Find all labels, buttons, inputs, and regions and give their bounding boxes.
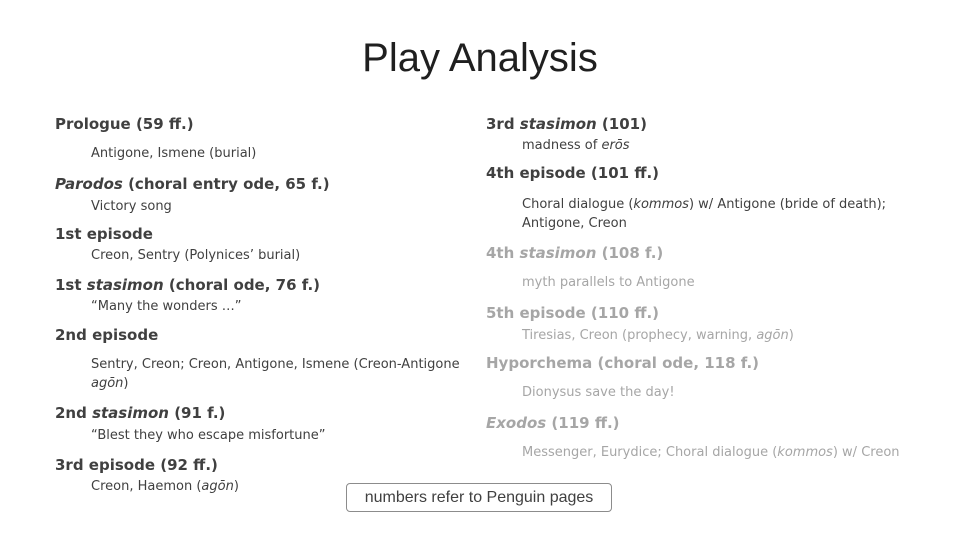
heading-italic: stasimon: [86, 276, 164, 294]
detail-text: myth parallels to Antigone: [522, 275, 695, 290]
section-heading-3rd-episode: 3rd episode (92 ff.): [55, 456, 218, 474]
section-heading-1st-episode: 1st episode: [55, 225, 153, 243]
heading-italic: Parodos: [55, 175, 123, 193]
section-heading-3rd-stasimon: 3rd stasimon (101): [486, 115, 647, 133]
section-detail-3rd-stasimon: madness of erōs: [522, 138, 630, 153]
heading-text-post: (91 f.): [168, 404, 226, 422]
detail-text: Dionysus save the day!: [522, 385, 675, 400]
heading-text-post: (choral entry ode, 65 f.): [122, 175, 330, 193]
section-detail-1st-episode: Creon, Sentry (Polynices’ burial): [91, 248, 300, 263]
slide-title: Play Analysis: [362, 36, 598, 80]
section-detail-2nd-stasimon: “Blest they who escape misfortune”: [91, 428, 325, 443]
detail-italic: agōn: [91, 376, 124, 391]
detail-text: Victory song: [91, 199, 172, 214]
heading-italic: stasimon: [519, 244, 597, 262]
section-heading-hyporchema: Hyporchema (choral ode, 118 f.): [486, 354, 759, 372]
detail-italic: agōn: [201, 479, 234, 494]
detail-text: Messenger, Eurydice; Choral dialogue (: [522, 445, 778, 460]
section-heading-2nd-stasimon: 2nd stasimon (91 f.): [55, 404, 225, 422]
heading-text: 3rd episode (92 ff.): [55, 456, 218, 474]
detail-text: Choral dialogue (: [522, 197, 634, 212]
heading-text-post: (101): [596, 115, 647, 133]
heading-italic: Exodos: [486, 414, 547, 432]
detail-italic: kommos: [777, 445, 833, 460]
detail-text: Tiresias, Creon (prophecy, warning,: [522, 328, 757, 343]
heading-text: 2nd: [55, 404, 93, 422]
detail-text: Creon, Sentry (Polynices’ burial): [91, 248, 301, 263]
detail-italic: erōs: [601, 138, 630, 153]
section-heading-1st-stasimon: 1st stasimon (choral ode, 76 f.): [55, 276, 320, 294]
section-detail-2nd-episode: Sentry, Creon; Creon, Antigone, Ismene (…: [91, 355, 471, 393]
detail-text: Creon, Haemon (: [91, 479, 202, 494]
section-heading-4th-episode: 4th episode (101 ff.): [486, 164, 659, 182]
detail-text-post: ): [788, 328, 794, 343]
detail-text-post: ): [233, 479, 239, 494]
heading-text: 1st: [55, 276, 87, 294]
heading-text: 5th episode (110 ff.): [486, 304, 660, 322]
heading-text: 1st episode: [55, 225, 153, 243]
section-detail-prologue: Antigone, Ismene (burial): [91, 146, 256, 161]
section-detail-exodos: Messenger, Eurydice; Choral dialogue (ko…: [522, 445, 900, 460]
section-heading-exodos: Exodos (119 ff.): [486, 414, 620, 432]
detail-text: madness of: [522, 138, 602, 153]
section-detail-parodos: Victory song: [91, 199, 172, 214]
detail-text: Antigone, Ismene (burial): [91, 146, 257, 161]
heading-text-post: (108 f.): [596, 244, 664, 262]
heading-text: 4th episode (101 ff.): [486, 164, 660, 182]
section-detail-4th-stasimon: myth parallels to Antigone: [522, 275, 695, 290]
detail-text-post: ) w/ Creon: [832, 445, 900, 460]
heading-text: Prologue (59 ff.): [55, 115, 194, 133]
detail-text: “Many the wonders …”: [91, 299, 242, 314]
section-heading-4th-stasimon: 4th stasimon (108 f.): [486, 244, 663, 262]
section-detail-1st-stasimon: “Many the wonders …”: [91, 299, 242, 314]
heading-italic: stasimon: [92, 404, 169, 422]
heading-text: 4th: [486, 244, 520, 262]
section-detail-3rd-episode: Creon, Haemon (agōn): [91, 479, 239, 494]
detail-italic: kommos: [633, 197, 689, 212]
heading-text: 2nd episode: [55, 326, 159, 344]
section-detail-5th-episode: Tiresias, Creon (prophecy, warning, agōn…: [522, 328, 794, 343]
detail-text: Sentry, Creon; Creon, Antigone, Ismene (…: [91, 357, 460, 372]
detail-text: “Blest they who escape misfortune”: [91, 428, 326, 443]
detail-italic: agōn: [756, 328, 789, 343]
heading-text: 3rd: [486, 115, 520, 133]
section-heading-prologue: Prologue (59 ff.): [55, 115, 194, 133]
heading-italic: stasimon: [519, 115, 597, 133]
heading-text: Hyporchema (choral ode, 118 f.): [486, 354, 760, 372]
heading-text-post: (119 ff.): [546, 414, 620, 432]
section-heading-2nd-episode: 2nd episode: [55, 326, 158, 344]
section-detail-4th-episode: Choral dialogue (kommos) w/ Antigone (br…: [522, 195, 902, 233]
heading-text-post: (choral ode, 76 f.): [163, 276, 320, 294]
section-heading-5th-episode: 5th episode (110 ff.): [486, 304, 659, 322]
page-reference-note: numbers refer to Penguin pages: [346, 483, 612, 512]
section-heading-parodos: Parodos (choral entry ode, 65 f.): [55, 175, 330, 193]
detail-text-post: ): [123, 376, 129, 391]
section-detail-hyporchema: Dionysus save the day!: [522, 385, 675, 400]
